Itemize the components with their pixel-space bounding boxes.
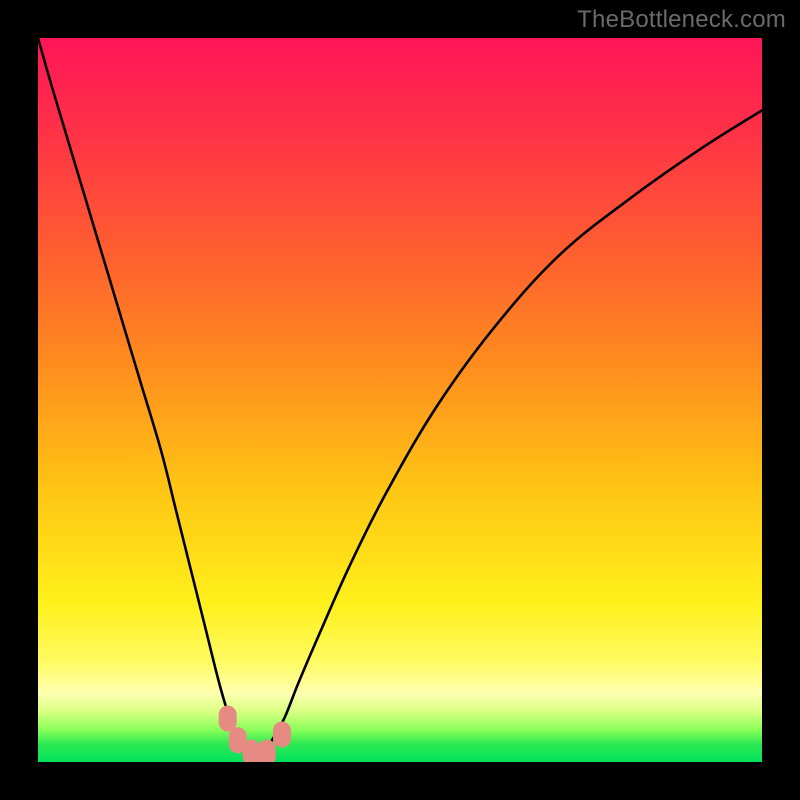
curve-marker — [219, 706, 237, 732]
chart-plot-area — [38, 38, 762, 762]
chart-svg — [38, 38, 762, 762]
watermark-text: TheBottleneck.com — [577, 6, 786, 34]
curve-marker — [258, 740, 276, 762]
curve-marker — [273, 721, 291, 747]
chart-frame: TheBottleneck.com — [0, 0, 800, 800]
